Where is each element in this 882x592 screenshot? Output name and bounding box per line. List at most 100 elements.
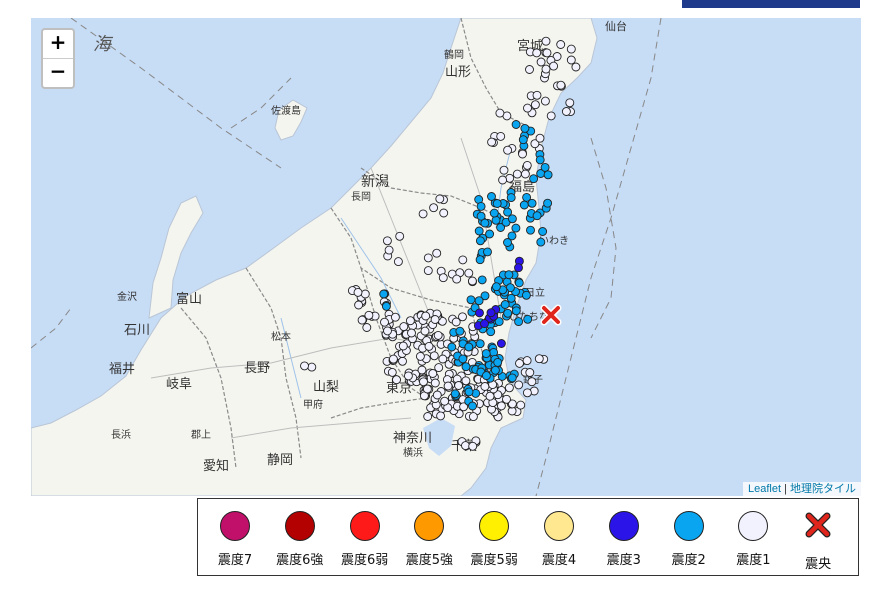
- station-marker[interactable]: [556, 80, 566, 90]
- station-marker[interactable]: [495, 108, 505, 118]
- station-marker[interactable]: [522, 160, 532, 170]
- station-marker[interactable]: [364, 310, 374, 320]
- station-marker[interactable]: [566, 55, 576, 65]
- station-marker[interactable]: [522, 356, 532, 366]
- station-marker[interactable]: [502, 394, 511, 404]
- station-marker[interactable]: [480, 382, 490, 391]
- station-marker[interactable]: [464, 387, 474, 397]
- station-marker[interactable]: [532, 90, 542, 100]
- station-marker[interactable]: [536, 237, 546, 247]
- station-marker[interactable]: [486, 308, 496, 318]
- station-marker[interactable]: [380, 317, 389, 327]
- station-marker[interactable]: [384, 245, 394, 255]
- station-marker[interactable]: [529, 174, 539, 184]
- station-marker[interactable]: [489, 208, 499, 218]
- station-marker[interactable]: [415, 351, 425, 361]
- station-marker[interactable]: [398, 341, 408, 351]
- station-marker[interactable]: [541, 64, 551, 74]
- station-marker[interactable]: [435, 194, 445, 204]
- station-marker[interactable]: [525, 368, 535, 377]
- station-marker[interactable]: [403, 371, 413, 381]
- station-marker[interactable]: [458, 354, 468, 364]
- station-marker[interactable]: [407, 328, 416, 338]
- station-marker[interactable]: [443, 381, 453, 391]
- station-marker[interactable]: [504, 270, 514, 280]
- station-marker[interactable]: [387, 367, 397, 377]
- station-marker[interactable]: [491, 215, 501, 225]
- station-marker[interactable]: [382, 236, 392, 246]
- station-marker[interactable]: [464, 268, 474, 278]
- station-marker[interactable]: [546, 111, 556, 121]
- station-marker[interactable]: [485, 391, 495, 401]
- station-marker[interactable]: [475, 339, 485, 349]
- station-marker[interactable]: [487, 137, 497, 147]
- station-marker[interactable]: [468, 412, 478, 422]
- station-marker[interactable]: [541, 36, 551, 46]
- station-marker[interactable]: [458, 312, 467, 322]
- station-marker[interactable]: [461, 441, 470, 451]
- station-marker[interactable]: [511, 223, 521, 233]
- station-marker[interactable]: [475, 308, 484, 318]
- station-marker[interactable]: [511, 306, 521, 316]
- station-marker[interactable]: [388, 354, 398, 364]
- station-marker[interactable]: [535, 133, 545, 143]
- station-marker[interactable]: [540, 96, 550, 106]
- station-marker[interactable]: [421, 311, 431, 321]
- station-marker[interactable]: [514, 317, 524, 327]
- leaflet-link[interactable]: Leaflet: [748, 483, 781, 495]
- station-marker[interactable]: [480, 319, 489, 329]
- station-marker[interactable]: [481, 349, 491, 359]
- station-marker[interactable]: [424, 341, 434, 351]
- station-marker[interactable]: [432, 390, 442, 400]
- station-marker[interactable]: [507, 214, 517, 224]
- station-marker[interactable]: [503, 145, 513, 155]
- station-marker[interactable]: [532, 211, 542, 221]
- station-marker[interactable]: [536, 57, 546, 67]
- station-marker[interactable]: [520, 169, 530, 179]
- station-marker[interactable]: [423, 266, 433, 276]
- station-marker[interactable]: [490, 365, 500, 375]
- station-marker[interactable]: [525, 65, 534, 74]
- station-marker[interactable]: [493, 357, 503, 367]
- station-marker[interactable]: [503, 308, 513, 318]
- station-marker[interactable]: [381, 301, 391, 311]
- station-marker[interactable]: [418, 209, 428, 219]
- station-marker[interactable]: [507, 373, 517, 383]
- station-marker[interactable]: [542, 48, 552, 58]
- station-marker[interactable]: [527, 377, 537, 387]
- station-marker[interactable]: [438, 273, 448, 283]
- station-marker[interactable]: [458, 255, 468, 265]
- station-marker[interactable]: [467, 276, 477, 286]
- station-marker[interactable]: [362, 323, 372, 332]
- station-marker[interactable]: [519, 200, 529, 210]
- station-marker[interactable]: [486, 327, 496, 337]
- station-marker[interactable]: [516, 400, 526, 410]
- station-marker[interactable]: [532, 48, 542, 58]
- station-marker[interactable]: [474, 226, 484, 236]
- station-marker[interactable]: [534, 354, 544, 364]
- station-marker[interactable]: [452, 274, 462, 284]
- station-marker[interactable]: [522, 192, 532, 202]
- station-marker[interactable]: [571, 62, 581, 72]
- station-marker[interactable]: [447, 342, 457, 352]
- station-marker[interactable]: [379, 289, 389, 299]
- station-marker[interactable]: [429, 351, 439, 361]
- station-marker[interactable]: [526, 225, 535, 235]
- station-marker[interactable]: [522, 388, 532, 398]
- station-marker[interactable]: [440, 396, 450, 406]
- station-marker[interactable]: [450, 389, 460, 399]
- station-marker[interactable]: [433, 330, 443, 340]
- station-marker[interactable]: [422, 384, 432, 394]
- station-marker[interactable]: [500, 300, 510, 309]
- gsi-tiles-link[interactable]: 地理院タイル: [790, 483, 856, 495]
- station-marker[interactable]: [475, 255, 485, 265]
- station-marker[interactable]: [464, 342, 474, 352]
- station-marker[interactable]: [474, 296, 484, 306]
- station-marker[interactable]: [480, 218, 490, 228]
- station-marker[interactable]: [395, 231, 405, 241]
- station-marker[interactable]: [499, 165, 509, 175]
- epicenter-marker[interactable]: [540, 304, 562, 326]
- station-marker[interactable]: [515, 358, 524, 368]
- station-marker[interactable]: [423, 253, 433, 263]
- station-marker[interactable]: [405, 316, 415, 326]
